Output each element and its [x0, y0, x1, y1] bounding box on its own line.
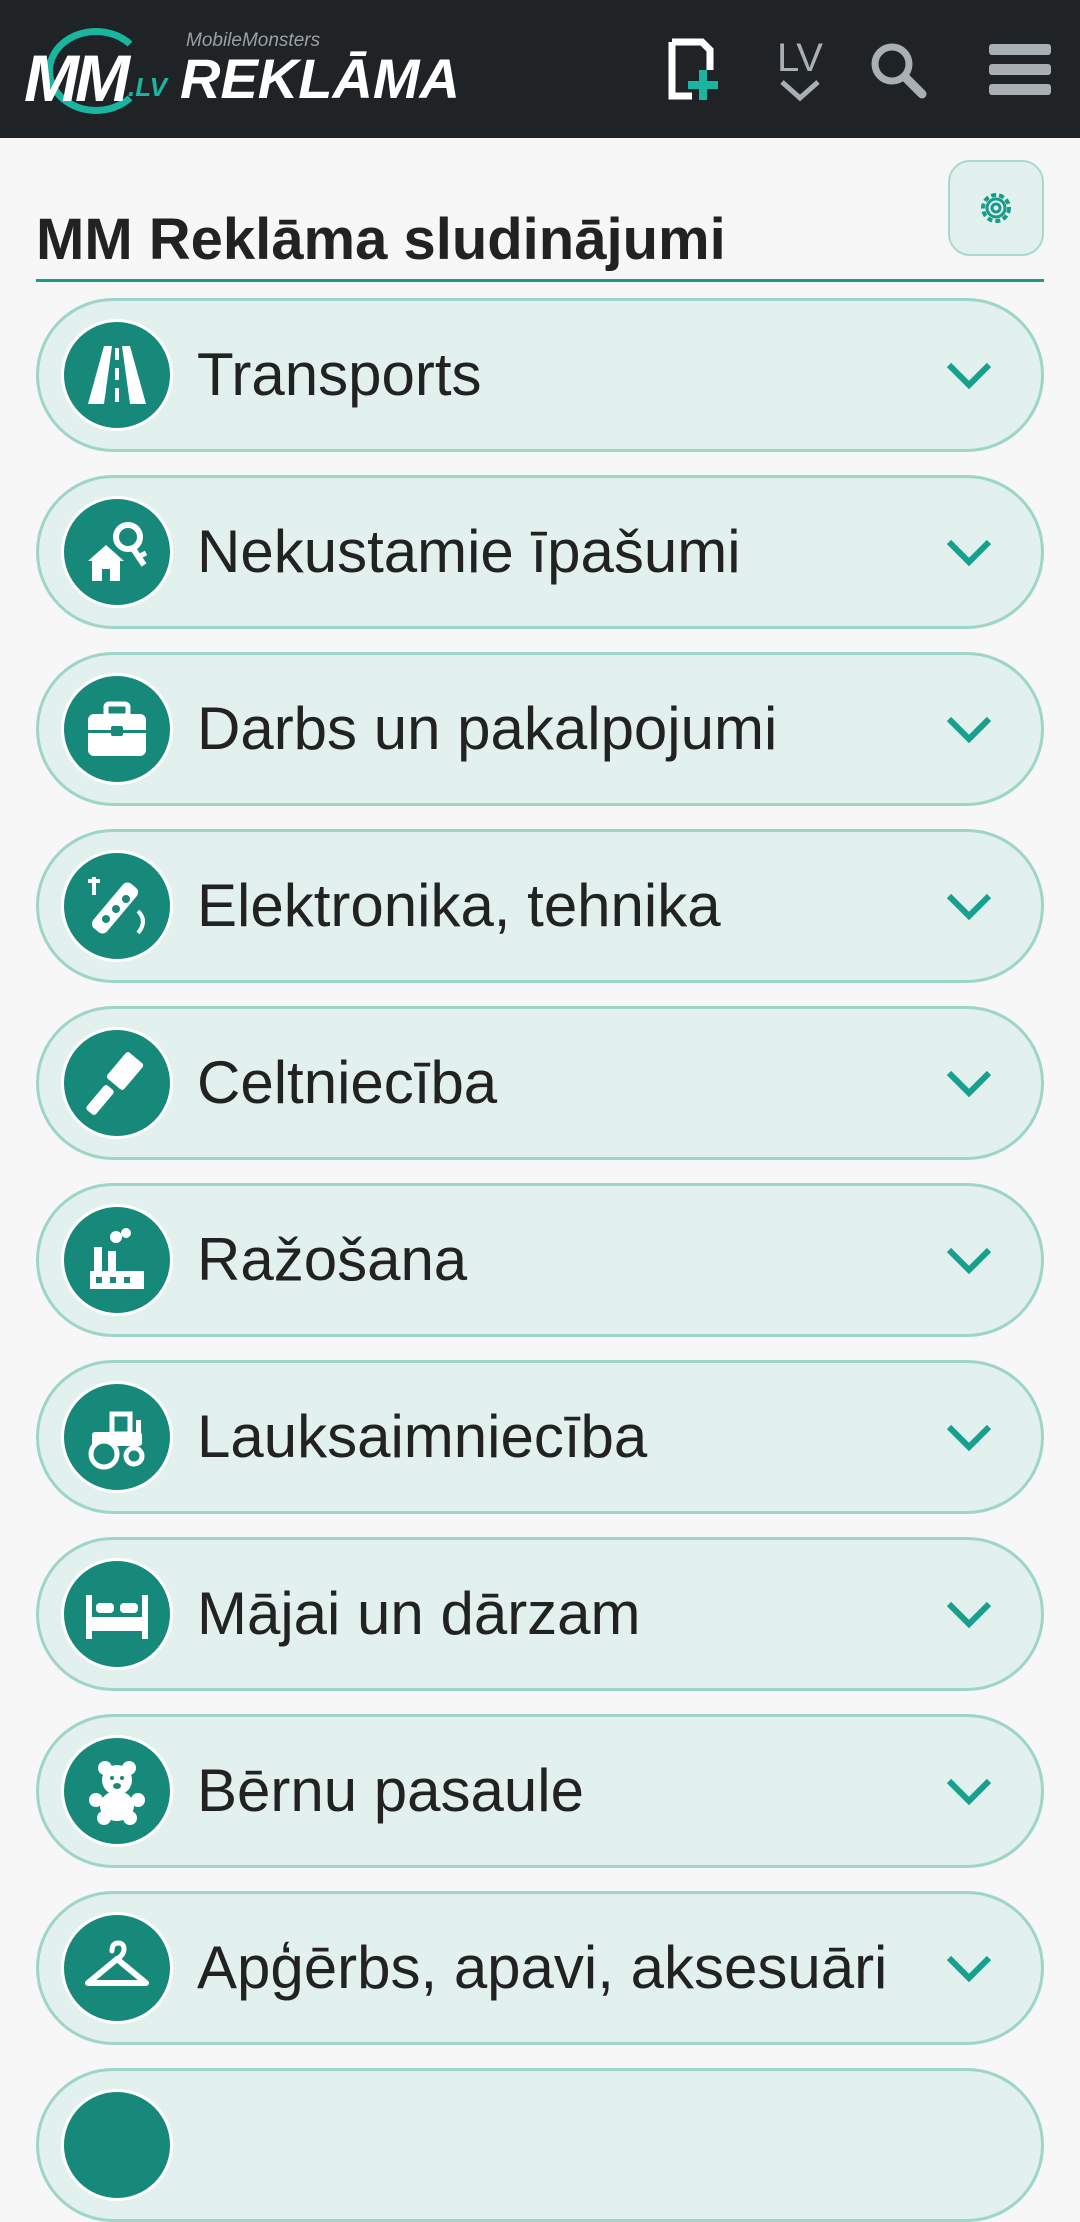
- power-strip-icon: [61, 850, 173, 962]
- chevron-down-icon: [946, 362, 992, 390]
- category-item[interactable]: Elektronika, tehnika: [36, 829, 1044, 983]
- category-item[interactable]: Mājai un dārzam: [36, 1537, 1044, 1691]
- language-label: LV: [777, 36, 823, 80]
- logo-mm-text: MM: [24, 41, 130, 115]
- category-item[interactable]: Nekustamie īpašumi: [36, 475, 1044, 629]
- category-label: Lauksaimniecība: [197, 1403, 648, 1470]
- site-logo[interactable]: MM .LV MobileMonsters REKLĀMA: [24, 22, 460, 117]
- category-icon: [61, 2089, 173, 2201]
- logo-lv-text: .LV: [128, 72, 168, 102]
- category-item[interactable]: Lauksaimniecība: [36, 1360, 1044, 1514]
- category-label: Mājai un dārzam: [197, 1580, 641, 1647]
- page-title: MM Reklāma sludinājumi: [36, 206, 1044, 282]
- category-label: Ražošana: [197, 1226, 468, 1293]
- chevron-down-icon: [946, 1778, 992, 1806]
- chevron-down-icon: [946, 1424, 992, 1452]
- bed-icon: [61, 1558, 173, 1670]
- chevron-down-icon: [946, 1955, 992, 1983]
- app-header: MM .LV MobileMonsters REKLĀMA LV: [0, 0, 1080, 138]
- add-document-icon: [668, 38, 718, 100]
- teddy-bear-icon: [61, 1735, 173, 1847]
- category-label: Apģērbs, apavi, aksesuāri: [197, 1934, 888, 2001]
- category-label: Bērnu pasaule: [197, 1757, 584, 1824]
- category-item[interactable]: Transports: [36, 298, 1044, 452]
- logo-brand-text: REKLĀMA: [180, 47, 460, 110]
- road-icon: [61, 319, 173, 431]
- category-item-partial[interactable]: [36, 2068, 1044, 2222]
- category-item[interactable]: Ražošana: [36, 1183, 1044, 1337]
- category-label: Transports: [197, 341, 482, 408]
- chevron-down-icon: [946, 893, 992, 921]
- chevron-down-icon: [946, 1601, 992, 1629]
- hamburger-menu-icon: [989, 44, 1051, 95]
- hanger-icon: [61, 1912, 173, 2024]
- chevron-down-icon: [946, 1247, 992, 1275]
- search-button[interactable]: [858, 30, 938, 110]
- briefcase-icon: [61, 673, 173, 785]
- add-listing-button[interactable]: [650, 30, 730, 110]
- category-item[interactable]: Bērnu pasaule: [36, 1714, 1044, 1868]
- category-label: Elektronika, tehnika: [197, 872, 721, 939]
- tractor-icon: [61, 1381, 173, 1493]
- chevron-down-icon: [946, 716, 992, 744]
- chevron-down-icon: [946, 1070, 992, 1098]
- factory-icon: [61, 1204, 173, 1316]
- category-label: Darbs un pakalpojumi: [197, 695, 778, 762]
- menu-button[interactable]: [980, 30, 1060, 110]
- category-item[interactable]: Darbs un pakalpojumi: [36, 652, 1044, 806]
- house-key-icon: [61, 496, 173, 608]
- chevron-down-icon: [946, 539, 992, 567]
- category-item[interactable]: Celtniecība: [36, 1006, 1044, 1160]
- category-label: Celtniecība: [197, 1049, 498, 1116]
- category-item[interactable]: Apģērbs, apavi, aksesuāri: [36, 1891, 1044, 2045]
- category-label: Nekustamie īpašumi: [197, 518, 741, 585]
- chevron-down-icon: [780, 80, 820, 102]
- paint-roller-icon: [61, 1027, 173, 1139]
- language-selector[interactable]: LV: [764, 30, 836, 110]
- search-icon: [871, 43, 927, 99]
